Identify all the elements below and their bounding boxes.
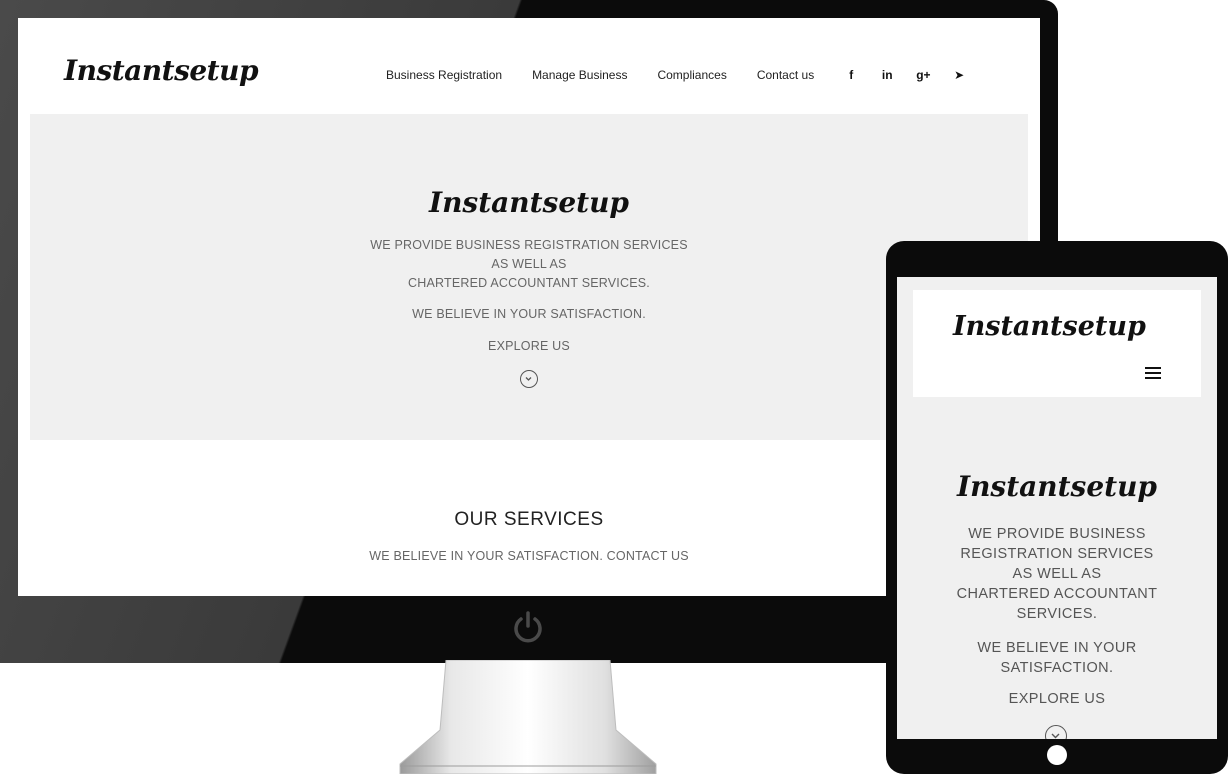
nav-compliances[interactable]: Compliances xyxy=(657,68,726,82)
tablet-hero-line-3: AS WELL AS xyxy=(1012,566,1102,582)
nav-business-registration[interactable]: Business Registration xyxy=(386,68,502,82)
tablet-hero-line-4: CHARTERED ACCOUNTANT xyxy=(956,586,1158,602)
chevron-down-icon[interactable] xyxy=(520,370,538,388)
monitor-stand xyxy=(398,660,658,774)
tablet-hero-logo: Instantsetup xyxy=(956,470,1158,503)
tablet-home-button[interactable] xyxy=(1047,745,1067,765)
hamburger-menu-icon[interactable] xyxy=(1145,367,1161,379)
tablet-sat-line-1: WE BELIEVE IN YOUR xyxy=(977,640,1137,656)
tablet-hero-line-5: SERVICES. xyxy=(1016,606,1098,622)
tablet-hero-line-2: REGISTRATION SERVICES xyxy=(960,546,1154,562)
tablet-screen: Instantsetup Instantsetup WE PROVIDE BUS… xyxy=(897,277,1217,739)
linkedin-icon[interactable]: in xyxy=(880,68,894,82)
google-plus-icon[interactable]: g+ xyxy=(916,68,930,82)
desktop-nav: Business Registration Manage Business Co… xyxy=(386,65,988,85)
social-links: f in g+ ➤ xyxy=(844,68,988,82)
tablet-header xyxy=(913,290,1201,397)
facebook-icon[interactable]: f xyxy=(844,68,858,82)
nav-manage-business[interactable]: Manage Business xyxy=(532,68,627,82)
tablet-hero-satisfaction: WE BELIEVE IN YOUR SATISFACTION. xyxy=(897,638,1217,678)
telegram-icon[interactable]: ➤ xyxy=(952,68,966,82)
desktop-logo[interactable]: Instantsetup xyxy=(64,54,259,87)
tablet-hero-line-1: WE PROVIDE BUSINESS xyxy=(968,526,1146,542)
tablet-sat-line-2: SATISFACTION. xyxy=(1000,660,1114,676)
tablet-chevron-down-icon[interactable] xyxy=(1045,725,1067,739)
tablet-explore-link[interactable]: EXPLORE US xyxy=(897,691,1217,707)
nav-contact-us[interactable]: Contact us xyxy=(757,68,814,82)
power-icon xyxy=(510,609,546,645)
hero-logo: Instantsetup xyxy=(428,186,630,219)
tablet-hero-tagline: WE PROVIDE BUSINESS REGISTRATION SERVICE… xyxy=(897,524,1217,624)
tablet-logo[interactable]: Instantsetup xyxy=(953,311,1146,342)
